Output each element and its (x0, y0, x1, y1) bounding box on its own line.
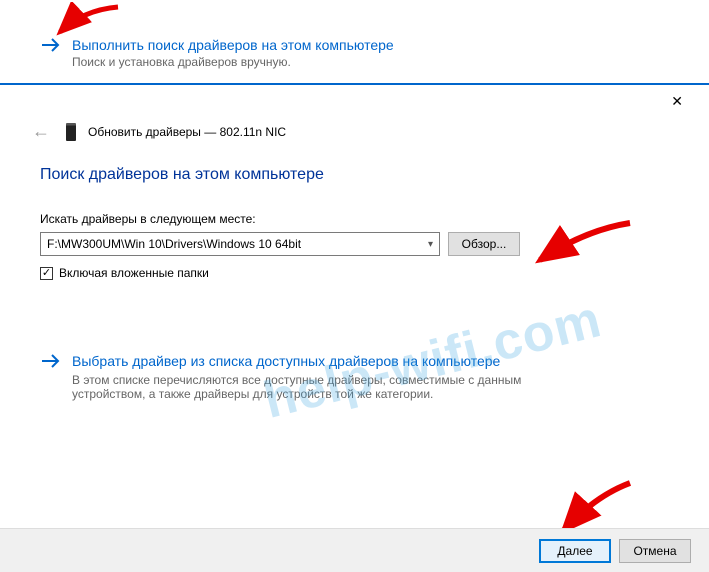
dialog-header: Обновить драйверы — 802.11n NIC (88, 125, 286, 139)
button-bar: Далее Отмена (0, 528, 709, 572)
path-field-label: Искать драйверы в следующем месте: (40, 212, 669, 226)
back-arrow-icon[interactable]: ← (28, 121, 54, 142)
checkbox-label: Включая вложенные папки (59, 266, 209, 280)
close-icon[interactable]: ✕ (663, 89, 691, 114)
pick-from-list-option[interactable]: Выбрать драйвер из списка доступных драй… (40, 352, 669, 401)
section-title: Поиск драйверов на этом компьютере (40, 166, 669, 184)
option-title: Выполнить поиск драйверов на этом компью… (72, 36, 394, 54)
include-subfolders-checkbox[interactable]: ✓ Включая вложенные папки (40, 266, 669, 280)
arrow-right-icon (40, 352, 62, 370)
device-icon (66, 123, 76, 141)
path-combobox[interactable]: F:\MW300UM\Win 10\Drivers\Windows 10 64b… (40, 232, 440, 256)
search-this-computer-option[interactable]: Выполнить поиск драйверов на этом компью… (40, 36, 669, 69)
link-option-desc: В этом списке перечисляются все доступны… (72, 373, 572, 401)
chevron-down-icon: ▾ (428, 239, 433, 250)
next-button[interactable]: Далее (539, 539, 611, 563)
cancel-button[interactable]: Отмена (619, 539, 691, 563)
checkbox-icon: ✓ (40, 267, 53, 280)
arrow-right-icon (40, 36, 62, 54)
option-subtitle: Поиск и установка драйверов вручную. (72, 55, 394, 69)
path-value: F:\MW300UM\Win 10\Drivers\Windows 10 64b… (47, 237, 301, 251)
link-option-title: Выбрать драйвер из списка доступных драй… (72, 352, 572, 371)
browse-button[interactable]: Обзор... (448, 232, 520, 256)
